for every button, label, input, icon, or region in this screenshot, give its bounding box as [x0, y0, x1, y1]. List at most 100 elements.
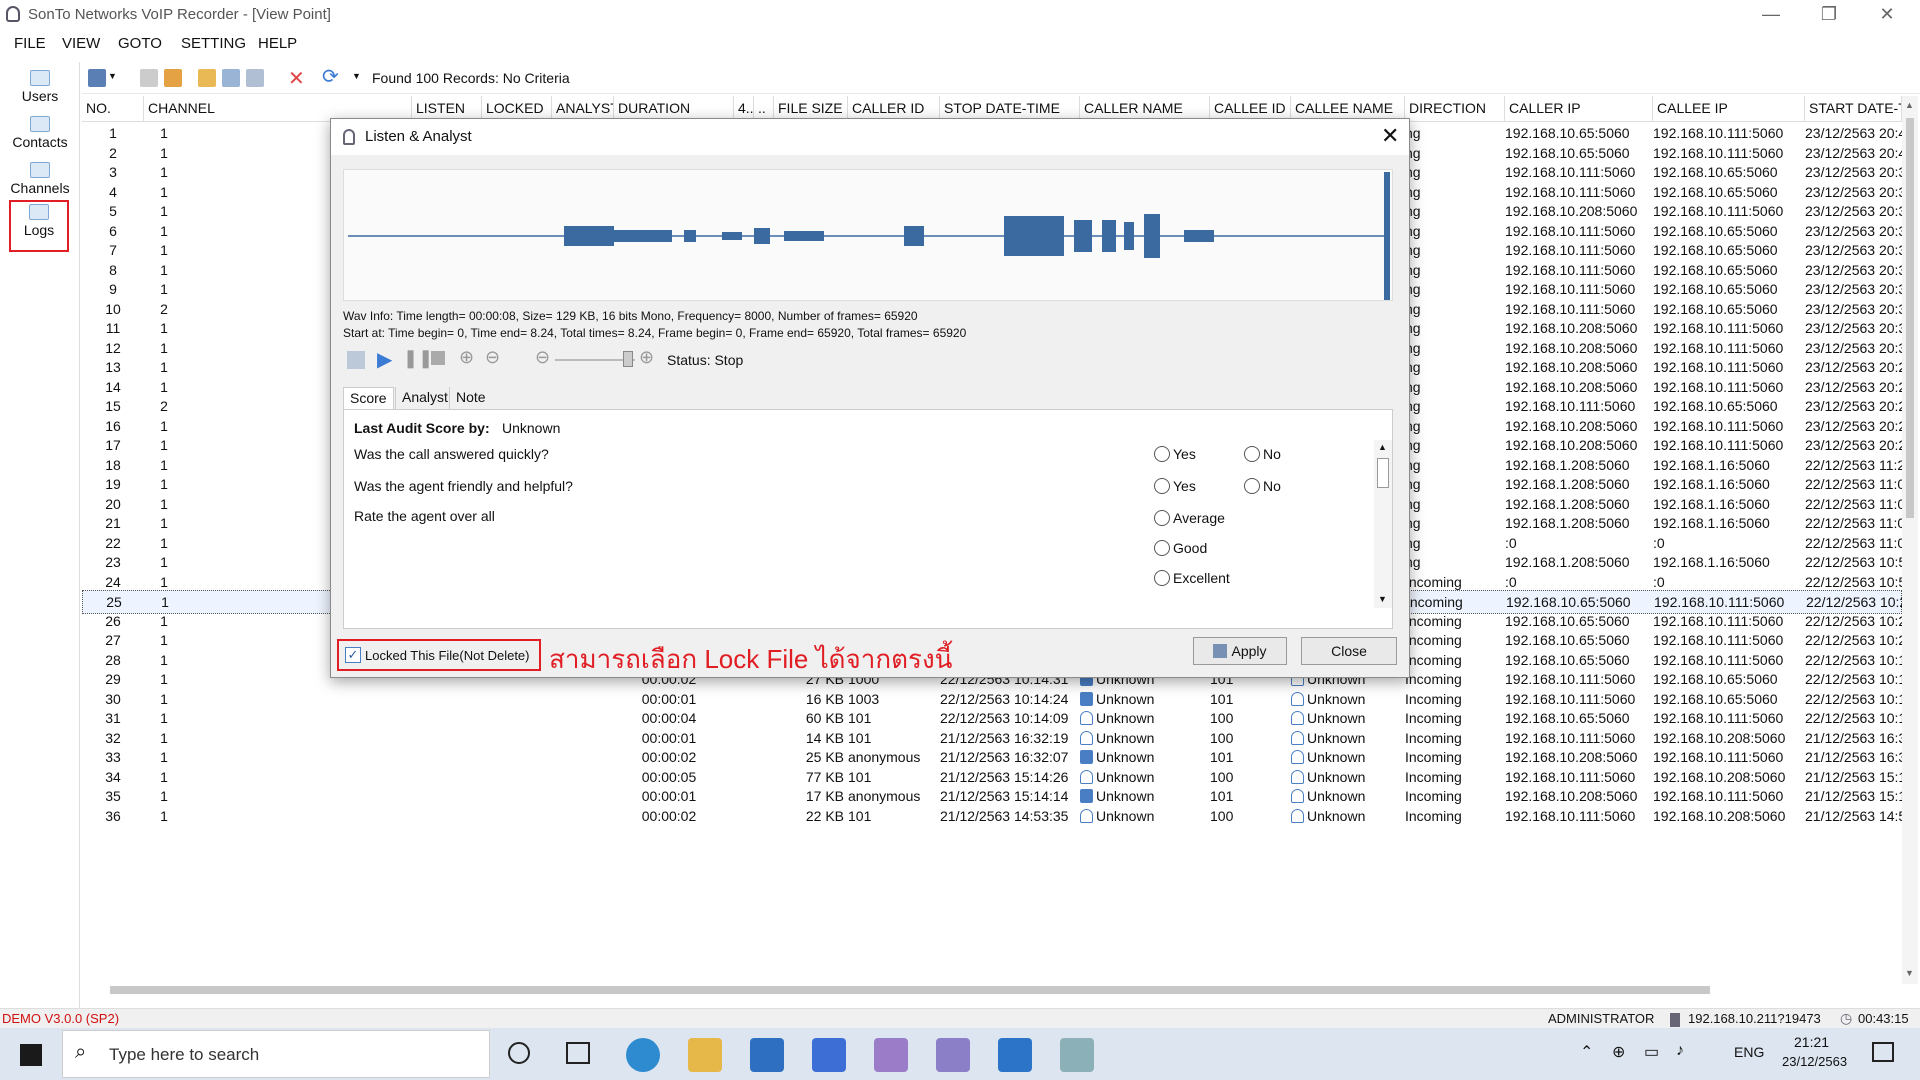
stop-icon[interactable] — [431, 351, 445, 365]
task-view-icon[interactable] — [566, 1042, 590, 1064]
cell-cip: 192.168.10.111:5060 — [1505, 183, 1636, 200]
pause-icon[interactable]: ❚❚ — [403, 348, 433, 369]
menu-view[interactable]: VIEW — [62, 35, 100, 52]
score-scroll-up-icon[interactable]: ▲ — [1378, 442, 1387, 452]
voip-recorder-icon[interactable] — [874, 1038, 908, 1072]
open-folder-icon[interactable] — [198, 69, 216, 87]
scroll-up-arrow-icon[interactable]: ▲ — [1905, 100, 1914, 110]
restore-button[interactable]: ❐ — [1800, 0, 1858, 30]
close-button[interactable]: Close — [1301, 637, 1397, 665]
person-icon — [1080, 691, 1093, 706]
cell-no: 29 — [105, 671, 121, 687]
score-scrollbar[interactable]: ▲ ▼ — [1374, 440, 1392, 608]
play-icon[interactable]: ▶ — [377, 347, 392, 372]
mail-icon[interactable] — [750, 1038, 784, 1072]
tab-analyst[interactable]: Analyst — [395, 387, 454, 409]
waveform-display[interactable] — [343, 169, 1393, 301]
menu-file[interactable]: FILE — [14, 35, 46, 52]
rate-good-radio[interactable]: Good — [1154, 540, 1207, 556]
scroll-thumb[interactable] — [1906, 118, 1914, 518]
file-explorer-icon[interactable] — [688, 1038, 722, 1072]
dialog-close-icon[interactable]: ✕ — [1381, 123, 1399, 149]
col-no[interactable]: NO. — [82, 96, 144, 122]
save-icon[interactable] — [246, 69, 264, 87]
score-scroll-down-icon[interactable]: ▼ — [1378, 594, 1387, 604]
menu-setting[interactable]: SETTING — [181, 35, 246, 52]
rate-average-radio[interactable]: Average — [1154, 510, 1225, 526]
refresh-dropdown-icon[interactable]: ▼ — [352, 71, 361, 81]
vertical-scrollbar[interactable]: ▲ ▼ — [1902, 96, 1918, 984]
dialog-mic-icon — [343, 129, 355, 145]
rate-excellent-radio[interactable]: Excellent — [1154, 570, 1230, 586]
horizontal-scrollbar[interactable] — [90, 985, 1890, 995]
tab-score[interactable]: Score — [343, 387, 394, 409]
copy-icon[interactable] — [222, 69, 240, 87]
volume-up-icon[interactable]: ⊕ — [639, 347, 654, 368]
clock-time[interactable]: 21:21 — [1794, 1034, 1829, 1050]
print-icon[interactable] — [140, 69, 158, 87]
nav-channels[interactable]: Channels — [4, 160, 76, 204]
cortana-icon[interactable] — [508, 1042, 530, 1064]
tab-note[interactable]: Note — [449, 387, 492, 409]
zoom-out-icon[interactable]: ⊖ — [485, 347, 500, 368]
q2-no-radio[interactable]: No — [1244, 478, 1281, 494]
cell-ch: 2 — [160, 398, 168, 414]
scroll-down-arrow-icon[interactable]: ▼ — [1905, 968, 1914, 978]
tray-battery-icon[interactable]: ▭ — [1644, 1042, 1659, 1062]
export-icon[interactable] — [164, 69, 182, 87]
edge-icon[interactable] — [626, 1038, 660, 1072]
cell-dir: ng — [1405, 242, 1421, 258]
col-caller-ip[interactable]: CALLER IP — [1505, 96, 1653, 122]
save-audio-icon[interactable] — [347, 351, 365, 369]
app-tile-icon[interactable] — [812, 1038, 846, 1072]
volume-slider-thumb[interactable] — [623, 351, 633, 367]
cell-ch: 1 — [160, 768, 168, 785]
tray-volume-icon[interactable]: ♪ — [1676, 1042, 1684, 1060]
nav-logs[interactable]: Logs — [9, 200, 69, 252]
microphone-app-icon[interactable] — [936, 1038, 970, 1072]
cell-cip: 192.168.10.208:5060 — [1505, 437, 1638, 453]
start-windows-icon[interactable] — [20, 1044, 42, 1066]
find-dropdown-icon[interactable]: ▼ — [108, 71, 117, 81]
server-icon — [1670, 1013, 1680, 1027]
tray-network-icon[interactable]: ⊕ — [1612, 1042, 1625, 1062]
nav-users[interactable]: Users — [4, 68, 76, 112]
apply-label: Apply — [1231, 643, 1267, 659]
cell-eip: 192.168.10.65:5060 — [1653, 222, 1778, 239]
nav-contacts[interactable]: Contacts — [4, 114, 76, 158]
cell-dir: Incoming — [1405, 690, 1462, 707]
col-direction[interactable]: DIRECTION — [1405, 96, 1505, 122]
locked-checkbox[interactable]: ✓ — [345, 647, 361, 663]
close-window-button[interactable]: ✕ — [1858, 0, 1916, 30]
menu-help[interactable]: HELP — [258, 35, 297, 52]
hscroll-thumb[interactable] — [110, 986, 1710, 994]
q1-yes-radio[interactable]: Yes — [1154, 446, 1196, 462]
col-callee-ip[interactable]: CALLEE IP — [1653, 96, 1805, 122]
delete-icon[interactable]: ✕ — [288, 66, 305, 91]
refresh-icon[interactable]: ⟳ — [322, 64, 339, 89]
zoom-in-icon[interactable]: ⊕ — [459, 347, 474, 368]
cell-ch: 1 — [160, 378, 168, 395]
paint-icon[interactable] — [1060, 1038, 1094, 1072]
find-icon[interactable] — [88, 69, 106, 87]
tray-chevron-icon[interactable]: ⌃ — [1580, 1042, 1593, 1062]
table-row[interactable]: 36 1 00:00:02 22 KB 101 21/12/2563 14:53:35 Un… — [82, 805, 1902, 829]
audit-value: Unknown — [502, 420, 561, 436]
clock-date[interactable]: 23/12/2563 — [1782, 1054, 1847, 1069]
taskbar-search[interactable]: ⌕ Type here to search — [62, 1030, 490, 1078]
score-scroll-thumb[interactable] — [1377, 458, 1389, 488]
notification-icon[interactable] — [1872, 1042, 1894, 1062]
cell-start: 22/12/2563 10:29:24 — [1805, 612, 1902, 629]
q2-yes-radio[interactable]: Yes — [1154, 478, 1196, 494]
menu-goto[interactable]: GOTO — [118, 35, 162, 52]
apply-button[interactable]: Apply — [1193, 637, 1287, 665]
language-indicator[interactable]: ENG — [1734, 1044, 1764, 1060]
volume-down-icon[interactable]: ⊖ — [535, 347, 550, 368]
cell-eip: 192.168.10.65:5060 — [1653, 690, 1778, 707]
minimize-button[interactable]: — — [1742, 0, 1800, 30]
col-start-datetime[interactable]: START DATE-TIME — [1805, 96, 1902, 122]
q1-no-radio[interactable]: No — [1244, 446, 1281, 462]
cell-cip: 192.168.10.111:5060 — [1505, 281, 1636, 297]
cell-start: 23/12/2563 20:38:08 — [1805, 320, 1902, 336]
photos-icon[interactable] — [998, 1038, 1032, 1072]
